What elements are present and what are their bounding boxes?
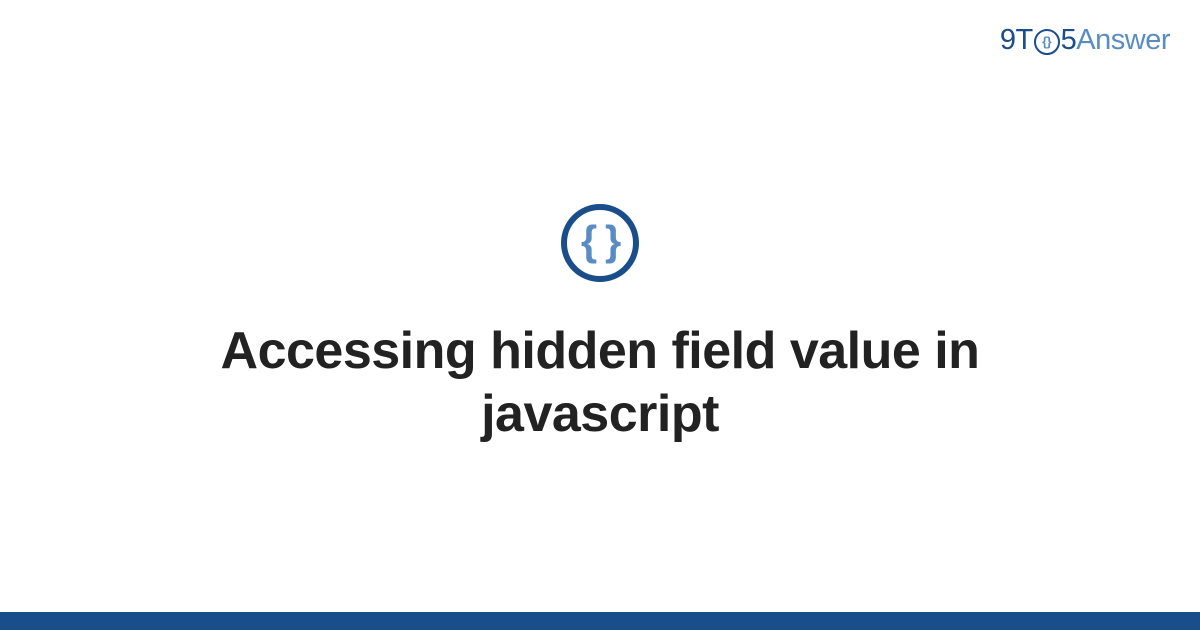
page-title: Accessing hidden field value in javascri… (150, 320, 1050, 447)
code-braces-icon: { } (561, 204, 639, 282)
content-area: { } Accessing hidden field value in java… (0, 0, 1200, 630)
braces-glyph: { } (581, 220, 619, 262)
footer-accent-bar (0, 612, 1200, 630)
